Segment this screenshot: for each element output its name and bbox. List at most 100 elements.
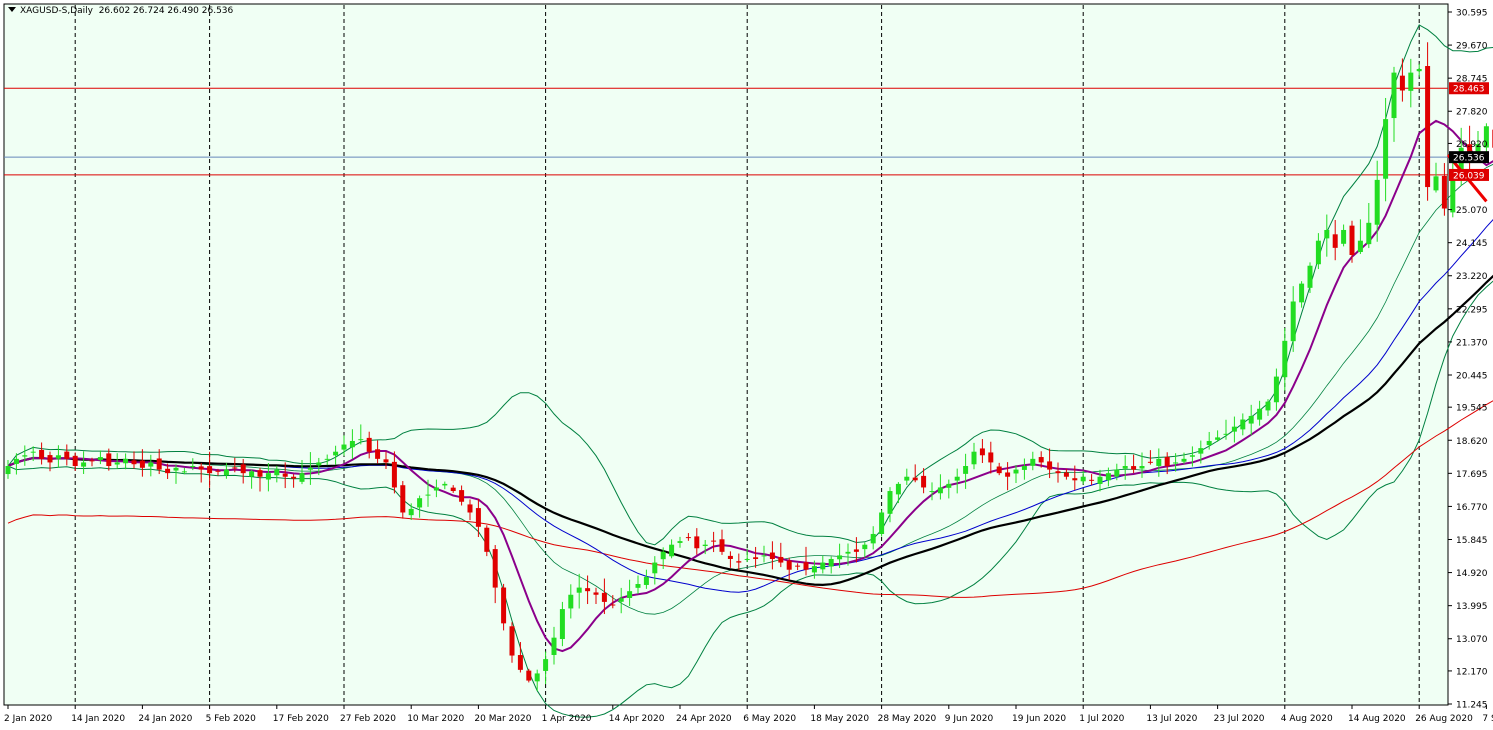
- candle-body: [904, 476, 910, 481]
- x-tick-label: 6 May 2020: [743, 714, 796, 724]
- candle-body: [190, 466, 196, 468]
- candle-body: [475, 508, 481, 527]
- plot-background: [3, 3, 1449, 706]
- candle-body: [702, 544, 708, 547]
- candle-body: [711, 540, 717, 542]
- candle-body: [1047, 461, 1053, 470]
- candle-body: [433, 487, 439, 491]
- candle-body: [559, 609, 565, 640]
- candle-body: [232, 467, 238, 469]
- candle-body: [778, 556, 784, 563]
- candle-body: [156, 458, 162, 470]
- x-tick-label: 19 Jun 2020: [1012, 714, 1066, 724]
- candle-body: [299, 473, 305, 482]
- candle-body: [744, 558, 750, 560]
- x-tick-label: 13 Jul 2020: [1146, 714, 1197, 724]
- x-tick-label: 18 May 2020: [810, 714, 869, 724]
- x-tick-label: 23 Jul 2020: [1214, 714, 1265, 724]
- candle-body: [265, 473, 271, 480]
- candle-body: [1357, 240, 1363, 253]
- candle-body: [366, 437, 372, 452]
- candle: [484, 525, 490, 557]
- candle-body: [887, 491, 893, 514]
- candle-body: [769, 552, 775, 559]
- price-label: 28.463: [1453, 85, 1485, 95]
- y-tick-label: 20.445: [1456, 371, 1488, 381]
- candle-body: [1105, 473, 1111, 481]
- candle-body: [1021, 466, 1027, 470]
- y-tick-label: 25.070: [1456, 206, 1488, 216]
- candle-body: [1408, 72, 1414, 91]
- x-tick-label: 9 Jun 2020: [945, 714, 994, 724]
- candle-body: [786, 560, 792, 570]
- candle-body: [677, 541, 683, 543]
- candle-body: [240, 464, 246, 474]
- candle-body: [89, 460, 95, 462]
- candle-body: [391, 461, 397, 488]
- candle-body: [1080, 476, 1086, 482]
- candle-body: [1215, 437, 1221, 440]
- candle-body: [1097, 476, 1103, 484]
- candle-body: [1425, 66, 1431, 188]
- candle-body: [618, 598, 624, 602]
- candle-body: [929, 491, 935, 493]
- x-tick-label: 2 Jan 2020: [4, 714, 52, 724]
- candle-body: [274, 469, 280, 476]
- price-chart[interactable]: 30.59529.67028.74527.82026.92025.07024.1…: [0, 0, 1493, 730]
- candle-body: [1206, 440, 1212, 446]
- candle-body: [643, 576, 649, 585]
- x-tick-label: 14 Apr 2020: [609, 714, 665, 724]
- y-tick-label: 19.545: [1456, 404, 1488, 414]
- price-label: 26.039: [1453, 171, 1485, 181]
- candle-body: [1399, 75, 1405, 91]
- candle-body: [1391, 72, 1397, 119]
- x-tick-label: 1 Jul 2020: [1079, 714, 1124, 724]
- candle-body: [1030, 458, 1036, 466]
- candle-body: [1231, 426, 1237, 432]
- candle-body: [450, 487, 456, 492]
- candle-body: [694, 536, 700, 549]
- candle-body: [937, 487, 943, 494]
- candle-body: [635, 584, 641, 588]
- candle-body: [81, 462, 87, 467]
- candle-body: [333, 451, 339, 456]
- candle-body: [148, 462, 154, 467]
- candle-body: [996, 466, 1002, 474]
- symbol-label: XAGUSD-S,Daily: [20, 6, 93, 16]
- candle-body: [879, 512, 885, 535]
- candle-body: [1189, 455, 1195, 457]
- y-tick-label: 13.995: [1456, 602, 1488, 612]
- candle-body: [576, 587, 582, 593]
- candle-body: [1181, 458, 1187, 462]
- y-tick-label: 15.845: [1456, 536, 1488, 546]
- candle-body: [610, 604, 616, 606]
- candle-body: [971, 451, 977, 465]
- candle-body: [1089, 479, 1095, 481]
- candle-body: [72, 455, 78, 467]
- y-tick-label: 17.695: [1456, 470, 1488, 480]
- candle-body: [257, 470, 263, 477]
- y-tick-label: 13.070: [1456, 635, 1488, 645]
- candle-body: [1164, 456, 1170, 467]
- candle-body: [727, 555, 733, 559]
- candle-body: [1273, 376, 1279, 403]
- x-tick-label: 10 Mar 2020: [407, 714, 464, 724]
- candle-body: [895, 483, 901, 495]
- x-tick-label: 28 May 2020: [878, 714, 937, 724]
- x-tick-label: 5 Feb 2020: [206, 714, 257, 724]
- candle-body: [1324, 229, 1330, 239]
- candle-body: [1013, 469, 1019, 474]
- candle-body: [719, 539, 725, 552]
- candle: [879, 510, 885, 537]
- candle-body: [198, 466, 204, 470]
- collapse-triangle-icon[interactable]: [8, 7, 16, 12]
- candle-body: [291, 476, 297, 479]
- candle-body: [761, 555, 767, 557]
- candle-body: [828, 558, 834, 567]
- y-tick-label: 24.145: [1456, 239, 1488, 249]
- y-tick-label: 12.170: [1456, 667, 1488, 677]
- y-tick-label: 30.595: [1456, 9, 1488, 19]
- candle-body: [131, 460, 137, 465]
- candle-body: [282, 473, 288, 477]
- candle-body: [1433, 176, 1439, 191]
